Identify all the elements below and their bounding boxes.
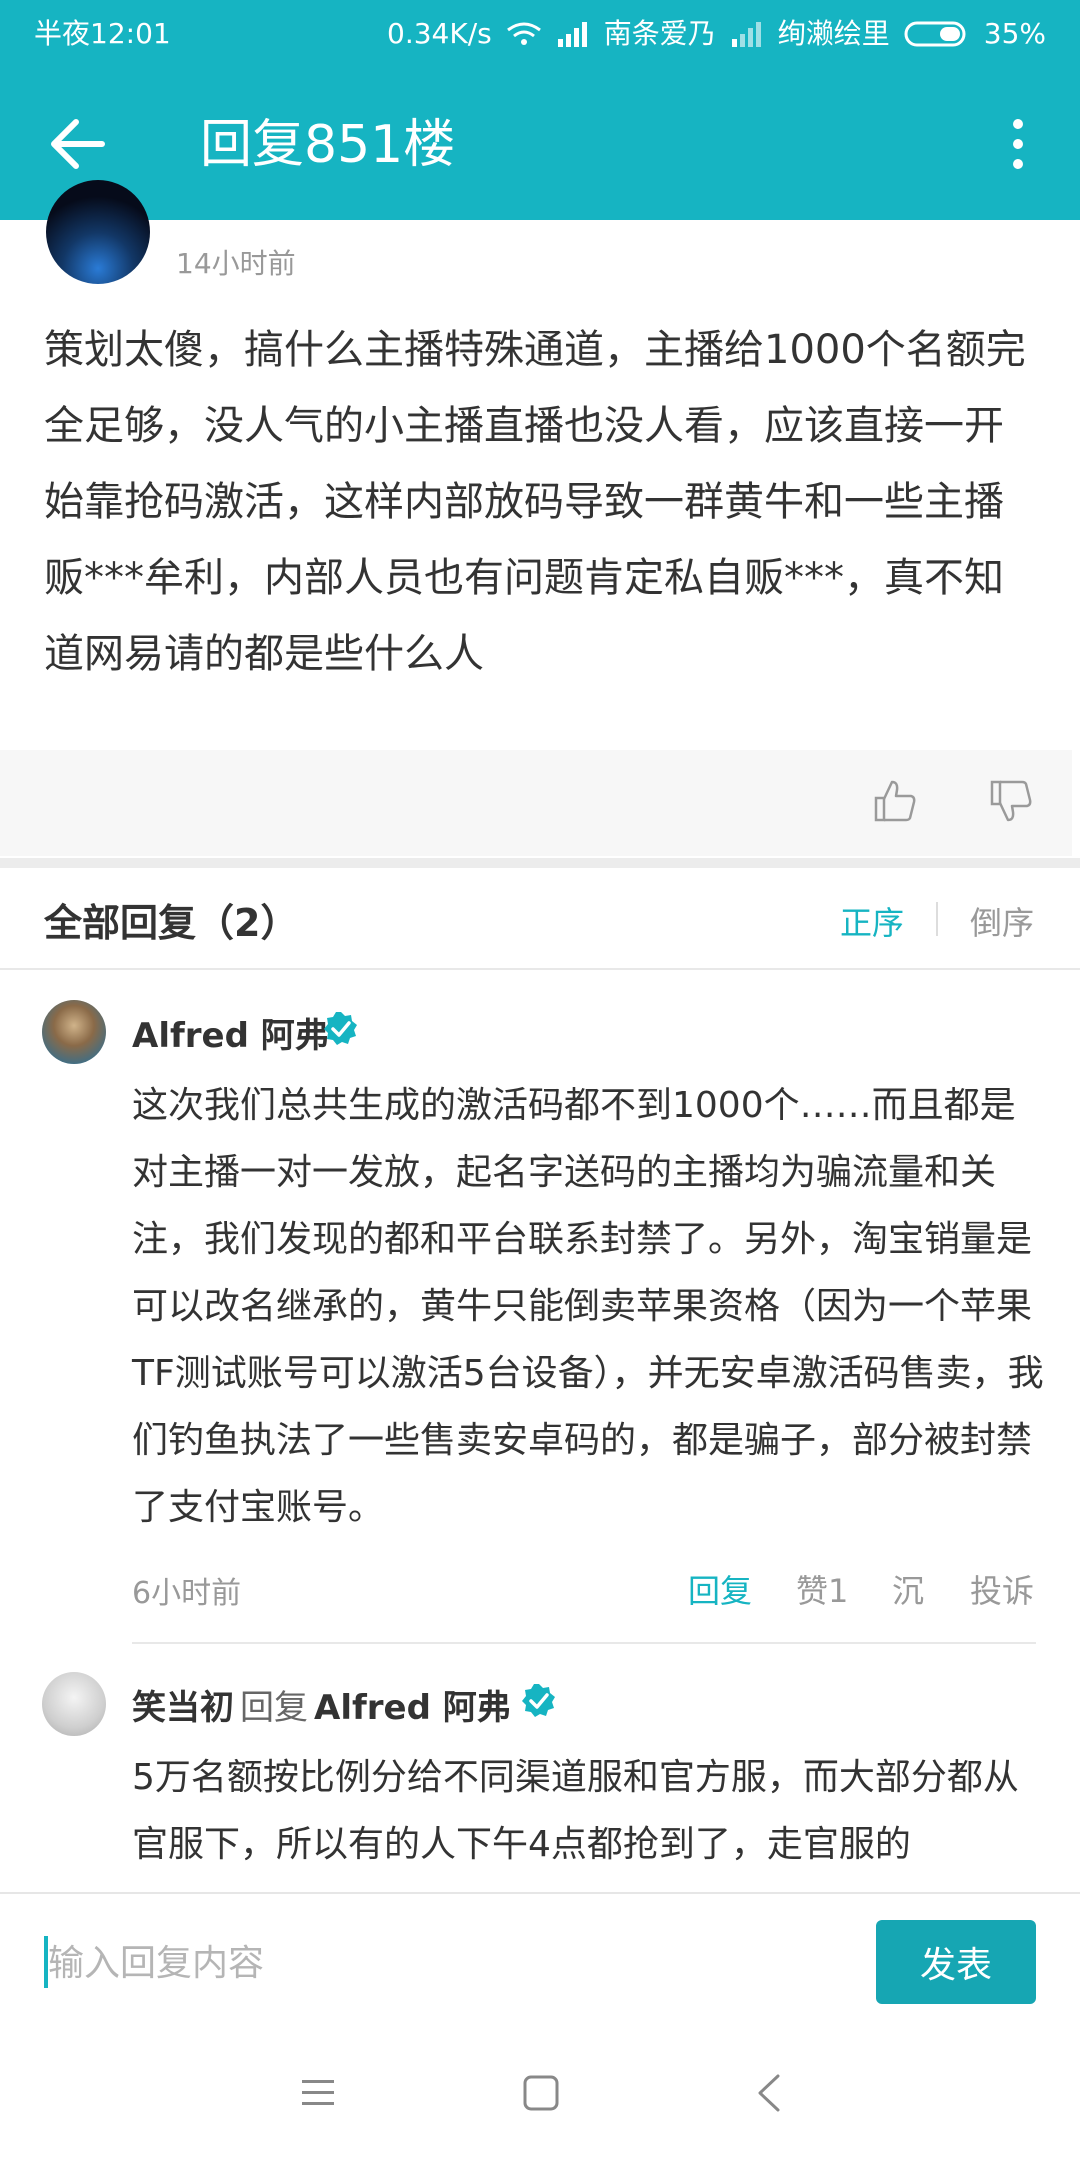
replies-title: 全部回复（2）	[44, 901, 299, 945]
reply-author-name[interactable]: 笑当初	[132, 1688, 234, 1728]
signal-weak-icon	[731, 22, 761, 47]
post-content: 策划太傻，搞什么主播特殊通道，主播给1000个名额完全足够，没人气的小主播直播也…	[44, 327, 1026, 677]
reply-header-line: 笑当初 回复 Alfred 阿弗	[132, 1680, 511, 1729]
reply-author-avatar[interactable]	[42, 1000, 106, 1064]
sink-button[interactable]: 沉	[892, 1566, 924, 1612]
section-divider	[0, 858, 1080, 868]
menu-icon[interactable]	[300, 2076, 336, 2110]
arrow-left-icon[interactable]	[46, 112, 110, 176]
sort-ascending-button[interactable]: 正序	[840, 898, 904, 944]
status-time: 半夜12:01	[34, 17, 171, 50]
sort-separator	[936, 902, 938, 936]
reply-verb: 回复	[240, 1688, 308, 1728]
post-author-avatar[interactable]	[46, 180, 150, 284]
carrier-1: 南条爱乃	[603, 17, 716, 50]
battery-level: 35%	[983, 17, 1046, 50]
reply-target-name[interactable]: Alfred 阿弗	[314, 1688, 511, 1728]
reply-button[interactable]: 回复	[688, 1566, 752, 1612]
reply-author-name[interactable]: Alfred 阿弗	[132, 1008, 329, 1057]
post-action-bar	[0, 750, 1072, 856]
page-title: 回复851楼	[200, 115, 456, 175]
battery-icon	[904, 21, 966, 47]
sort-descending-button[interactable]: 倒序	[970, 898, 1034, 944]
replies-header: 全部回复（2） 正序 倒序	[0, 868, 1080, 970]
chevron-left-icon[interactable]	[754, 2072, 782, 2114]
reply-content: 5万名额按比例分给不同渠道服和官方服，而大部分都从官服下，所以有的人下午4点都抢…	[132, 1757, 1019, 1865]
verified-badge-icon	[522, 1684, 555, 1717]
like-button[interactable]: 赞1	[796, 1566, 848, 1612]
network-speed: 0.34K/s	[387, 17, 492, 50]
thumbs-down-icon[interactable]	[988, 778, 1034, 824]
carrier-2: 绚濑绘里	[777, 17, 890, 50]
more-vertical-icon[interactable]	[1000, 114, 1036, 174]
reply-author-avatar[interactable]	[42, 1672, 106, 1736]
reply-input-bar: 发表	[0, 1892, 1080, 2034]
signal-icon	[557, 22, 587, 47]
submit-button[interactable]: 发表	[876, 1920, 1036, 2004]
reply-divider	[132, 1642, 1036, 1644]
system-nav-bar	[0, 2030, 1080, 2160]
app-bar: 回复851楼	[0, 68, 1080, 220]
reply-time: 6小时前	[132, 1576, 242, 1611]
home-square-icon[interactable]	[522, 2074, 560, 2112]
reply-content: 这次我们总共生成的激活码都不到1000个……而且都是对主播一对一发放，起名字送码…	[132, 1085, 1044, 1528]
post-time: 14小时前	[176, 247, 296, 280]
status-right: 0.34K/s 南条爱乃 绚濑绘里 35%	[387, 0, 1046, 68]
wifi-icon	[506, 22, 541, 45]
reply-input[interactable]	[46, 1926, 830, 2000]
thumbs-up-icon[interactable]	[872, 778, 918, 824]
report-button[interactable]: 投诉	[970, 1566, 1034, 1612]
verified-badge-icon	[324, 1012, 357, 1045]
status-bar: 半夜12:01 0.34K/s 南条爱乃 绚濑绘里 35%	[0, 0, 1080, 68]
